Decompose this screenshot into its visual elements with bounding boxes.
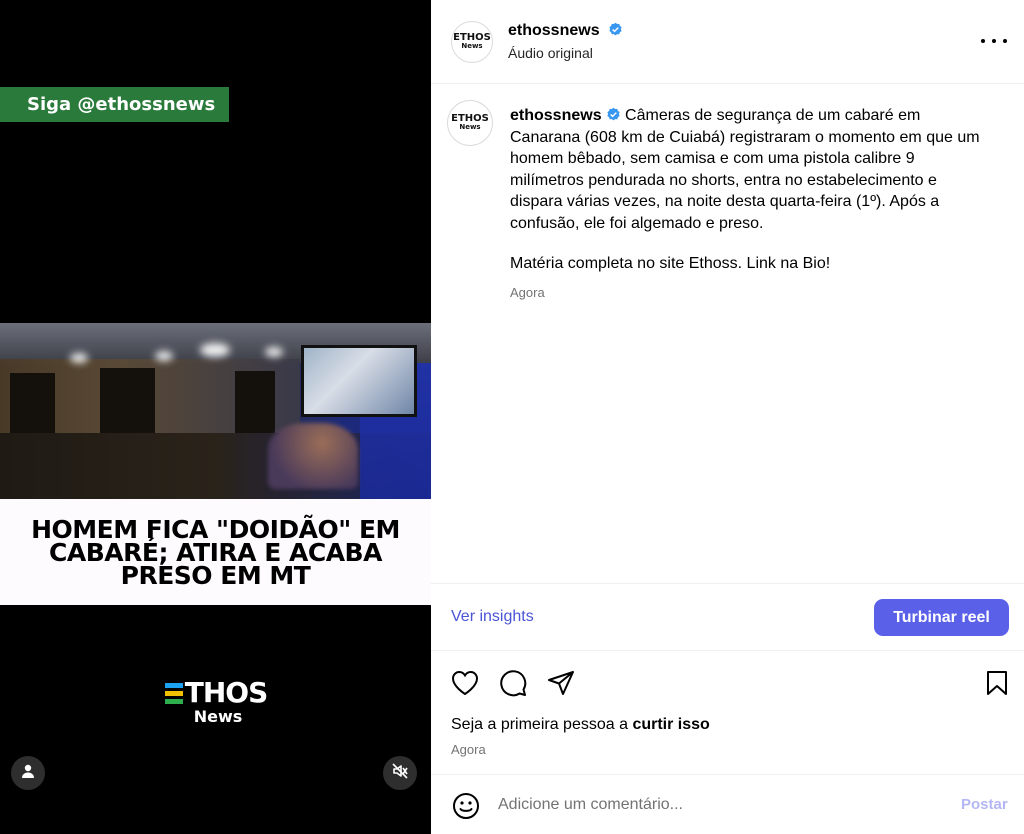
follow-banner: Siga @ethossnews — [0, 87, 229, 122]
verified-badge-icon — [607, 107, 620, 121]
post-header: ETHOS News ethossnews Áudio original — [431, 0, 1024, 84]
post-timestamp: Agora — [451, 742, 486, 757]
more-options-icon[interactable] — [981, 30, 1007, 52]
insights-row: Ver insights Turbinar reel — [431, 583, 1024, 651]
profile-tags-button[interactable] — [11, 756, 45, 790]
video-headline: HOMEM FICA "DOIDÃO" EM CABARÉ; ATIRA E A… — [31, 514, 400, 590]
comment-composer: Postar — [431, 774, 1024, 834]
header-username[interactable]: ethossnews — [508, 22, 623, 40]
speaker-muted-icon — [391, 762, 409, 785]
likes-summary: Seja a primeira pessoa a curtir isso — [451, 716, 710, 733]
bookmark-icon[interactable] — [982, 668, 1012, 698]
boost-reel-button[interactable]: Turbinar reel — [874, 599, 1009, 636]
avatar[interactable]: ETHOS News — [451, 21, 493, 63]
comment-icon[interactable] — [498, 668, 528, 698]
caption-text: ethossnews Câmeras de segurança de um ca… — [510, 105, 980, 234]
headline-box: HOMEM FICA "DOIDÃO" EM CABARÉ; ATIRA E A… — [0, 499, 431, 605]
actions-row — [431, 652, 1024, 712]
post-comment-button[interactable]: Postar — [961, 796, 1008, 813]
caption-timestamp: Agora — [510, 285, 545, 300]
comment-input[interactable] — [498, 792, 938, 818]
logo-bars-icon — [164, 682, 183, 704]
reel-video[interactable]: Siga @ethossnews HOMEM FICA "DOIDÃO" EM … — [0, 0, 431, 834]
caption-avatar[interactable]: ETHOS News — [447, 100, 493, 146]
video-frame-image — [0, 323, 431, 499]
caption-body: Câmeras de segurança de um cabaré em Can… — [510, 107, 980, 232]
caption-area: ETHOS News ethossnews Câmeras de seguranç… — [431, 85, 1024, 583]
heart-icon[interactable] — [450, 668, 480, 698]
ethos-news-logo: THOS News — [164, 678, 268, 730]
post-details-panel: ETHOS News ethossnews Áudio original ETHO… — [431, 0, 1024, 834]
caption-link-note: Matéria completa no site Ethoss. Link na… — [510, 255, 831, 272]
caption-username[interactable]: ethossnews — [510, 107, 602, 124]
view-insights-link[interactable]: Ver insights — [451, 608, 534, 626]
mute-button[interactable] — [383, 756, 417, 790]
send-icon[interactable] — [546, 668, 576, 698]
person-icon — [20, 763, 36, 784]
original-audio-link[interactable]: Áudio original — [508, 45, 593, 61]
smiley-icon[interactable] — [451, 791, 481, 821]
like-this-link[interactable]: curtir isso — [632, 716, 709, 733]
verified-badge-icon — [609, 22, 622, 36]
